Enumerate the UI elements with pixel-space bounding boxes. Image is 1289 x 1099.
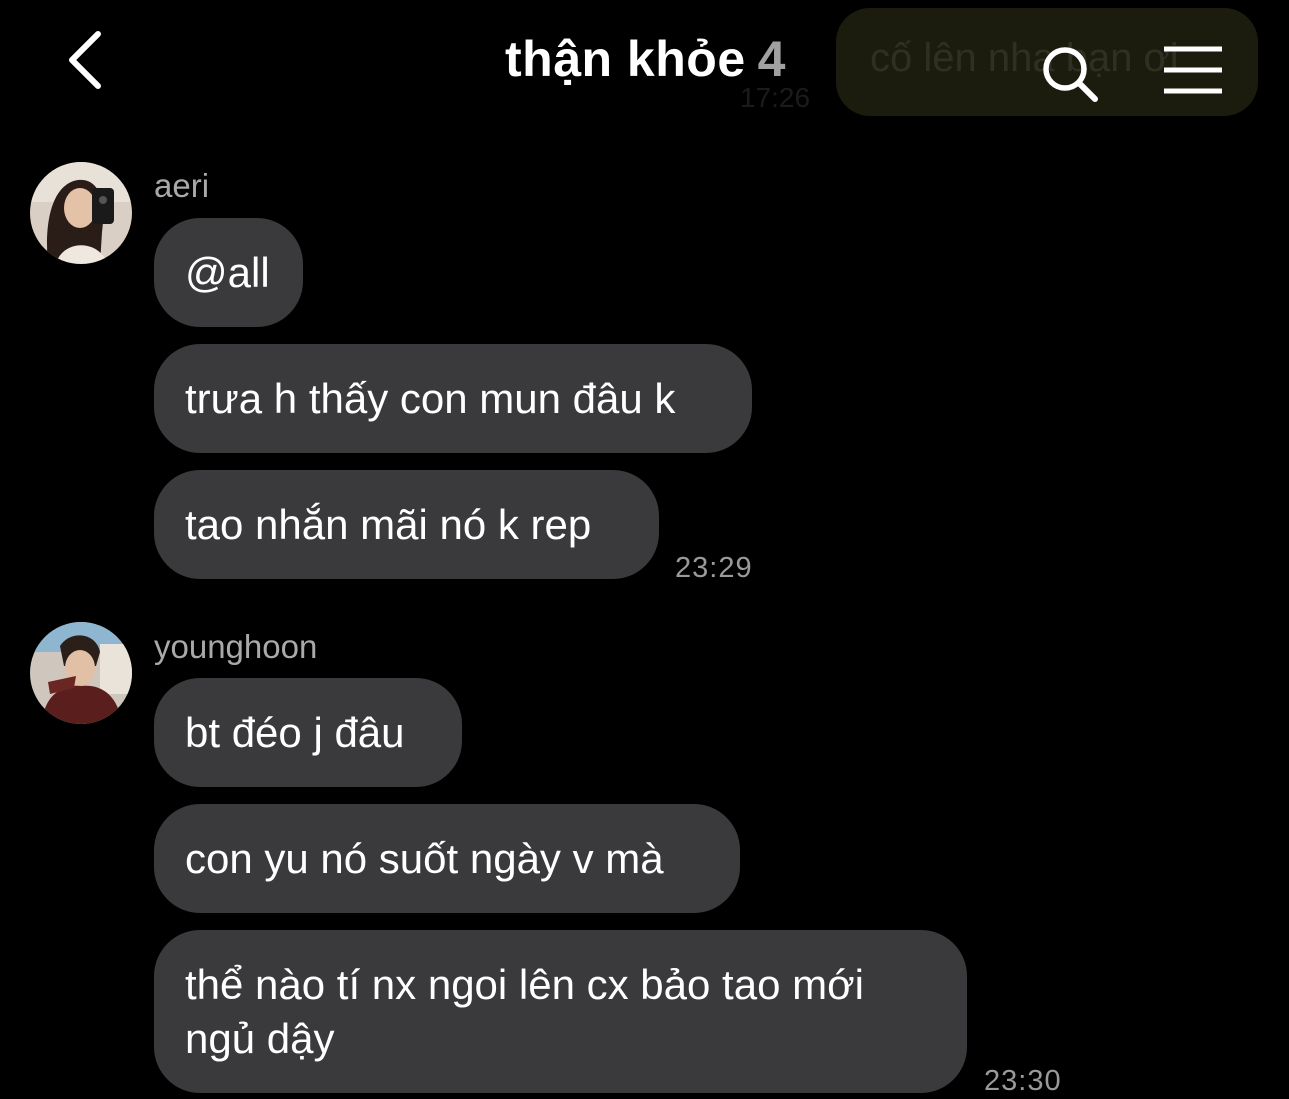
- search-icon: [1043, 47, 1098, 102]
- avatar-aeri[interactable]: [30, 162, 132, 264]
- menu-button[interactable]: [1160, 44, 1226, 96]
- message-timestamp: 23:29: [675, 552, 753, 584]
- message-text: bt đéo j đâu: [185, 708, 405, 756]
- message-text: thể nào tí nx ngoi lên cx bảo tao mới ng…: [185, 960, 864, 1062]
- menu-icon: [1164, 46, 1222, 94]
- back-button[interactable]: [56, 26, 120, 96]
- search-button[interactable]: [1040, 44, 1102, 106]
- group-name: thận khỏe: [505, 31, 746, 87]
- message-text: con yu nó suốt ngày v mà: [185, 834, 664, 882]
- message-bubble[interactable]: trưa h thấy con mun đâu k: [154, 344, 752, 453]
- chat-title[interactable]: thận khỏe 4: [505, 30, 786, 88]
- message-text: @all: [185, 248, 270, 296]
- avatar-photo: [30, 162, 132, 264]
- sender-name-aeri: aeri: [154, 167, 210, 204]
- message-bubble[interactable]: bt đéo j đâu: [154, 678, 462, 787]
- message-bubble[interactable]: thể nào tí nx ngoi lên cx bảo tao mới ng…: [154, 930, 967, 1093]
- message-timestamp: 23:30: [984, 1065, 1062, 1097]
- message-bubble[interactable]: @all: [154, 218, 303, 327]
- avatar-younghoon[interactable]: [30, 622, 132, 724]
- message-bubble[interactable]: con yu nó suốt ngày v mà: [154, 804, 740, 913]
- sender-name-younghoon: younghoon: [154, 628, 318, 665]
- message-bubble[interactable]: tao nhắn mãi nó k rep: [154, 470, 659, 579]
- message-text: trưa h thấy con mun đâu k: [185, 374, 676, 422]
- chat-header: thận khỏe 4: [0, 0, 1289, 130]
- back-chevron-icon: [69, 31, 101, 89]
- avatar-photo: [30, 622, 132, 724]
- member-count: 4: [757, 31, 786, 87]
- message-text: tao nhắn mãi nó k rep: [185, 500, 592, 548]
